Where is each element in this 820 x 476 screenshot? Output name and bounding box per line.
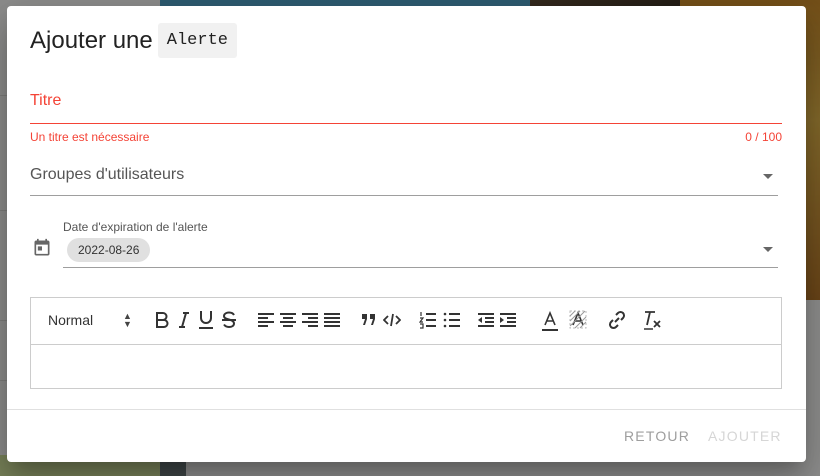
text-color-icon[interactable] — [541, 311, 559, 331]
align-left-icon[interactable] — [257, 310, 275, 330]
title-field[interactable]: Titre Un titre est nécessaire 0 / 100 — [30, 92, 782, 144]
back-button[interactable]: RETOUR — [624, 428, 690, 444]
chevron-down-icon[interactable] — [763, 247, 773, 252]
ordered-list-icon[interactable] — [419, 310, 437, 330]
header-style-select[interactable]: Normal — [48, 310, 93, 330]
bold-icon[interactable] — [155, 310, 169, 330]
italic-icon[interactable] — [177, 310, 191, 330]
title-field-error: Un titre est nécessaire — [30, 130, 150, 144]
link-icon[interactable] — [607, 310, 627, 330]
editor-content-area[interactable] — [31, 345, 781, 388]
expiry-date-chip[interactable]: 2022-08-26 — [67, 238, 151, 262]
user-groups-placeholder: Groupes d'utilisateurs — [30, 166, 185, 183]
clear-format-icon[interactable] — [643, 310, 663, 330]
dialog-title-code: Alerte — [157, 23, 237, 58]
rich-text-editor: Normal ▲ ▼ — [30, 297, 782, 389]
add-button[interactable]: AJOUTER — [708, 428, 782, 444]
underline-icon[interactable] — [198, 310, 214, 330]
outdent-icon[interactable] — [477, 310, 495, 330]
expiry-date-underline — [63, 267, 778, 268]
user-groups-underline — [30, 195, 778, 196]
expiry-date-label: Date d'expiration de l'alerte — [63, 220, 208, 234]
chevron-down-icon[interactable] — [763, 174, 773, 179]
code-icon[interactable] — [383, 310, 401, 330]
strike-icon[interactable] — [221, 310, 237, 330]
indent-icon[interactable] — [499, 310, 517, 330]
title-field-label: Titre — [30, 92, 62, 109]
expiry-date-field[interactable]: Date d'expiration de l'alerte 2022-08-26 — [63, 220, 778, 268]
bullet-list-icon[interactable] — [443, 310, 461, 330]
title-field-underline — [30, 123, 782, 124]
dialog-title-text: Ajouter une — [30, 26, 153, 54]
align-center-icon[interactable] — [279, 310, 297, 330]
align-justify-icon[interactable] — [323, 310, 341, 330]
calendar-icon[interactable] — [32, 238, 52, 258]
select-arrows-icon[interactable]: ▲ ▼ — [123, 312, 132, 329]
background-color-icon[interactable] — [569, 310, 587, 330]
user-groups-select[interactable]: Groupes d'utilisateurs — [30, 166, 778, 196]
align-right-icon[interactable] — [301, 310, 319, 330]
add-alert-dialog: Ajouter une Alerte Titre Un titre est né… — [7, 6, 806, 462]
blockquote-icon[interactable] — [361, 310, 377, 330]
editor-toolbar: Normal ▲ ▼ — [31, 298, 781, 345]
dialog-title: Ajouter une Alerte — [30, 23, 237, 58]
dialog-actions-divider — [7, 409, 806, 410]
title-field-counter: 0 / 100 — [745, 130, 782, 144]
